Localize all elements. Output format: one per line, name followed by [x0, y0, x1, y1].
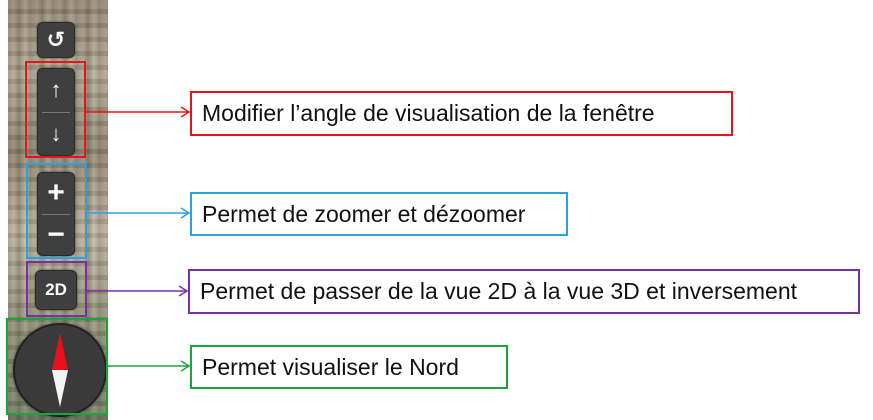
view-mode-annotation: Permet de passer de la vue 2D à la vue 3…: [188, 269, 860, 314]
compass-annotation: Permet visualiser le Nord: [190, 345, 508, 389]
zoom-annotation: Permet de zoomer et dézoomer: [190, 192, 568, 236]
tilt-annotation: Modifier l’angle de visualisation de la …: [190, 91, 733, 136]
